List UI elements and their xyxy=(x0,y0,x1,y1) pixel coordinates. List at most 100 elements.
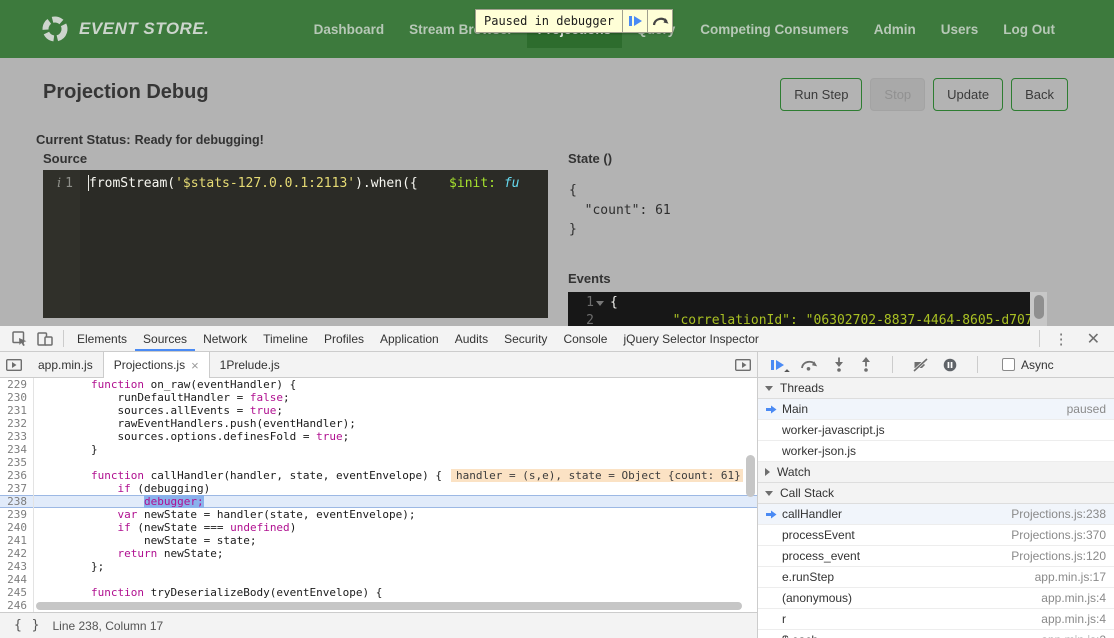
call-stack-row[interactable]: e.runStepapp.min.js:17 xyxy=(758,567,1114,588)
file-tab-1prelude-js[interactable]: 1Prelude.js xyxy=(210,352,290,377)
threads-row[interactable]: worker-json.js xyxy=(758,441,1114,462)
code-editor[interactable]: 229 function on_raw(eventHandler) {230 r… xyxy=(0,378,757,612)
code-line-237[interactable]: 237 if (debugging) xyxy=(0,482,757,495)
code-line-234[interactable]: 234 } xyxy=(0,443,757,456)
call-stack-row[interactable]: $.each app.min.js:2 xyxy=(758,630,1114,638)
code-h-scrollbar[interactable] xyxy=(36,602,742,610)
nav-item-competing-consumers[interactable]: Competing Consumers xyxy=(689,11,860,48)
devtools-tab-audits[interactable]: Audits xyxy=(447,326,496,351)
devtools-tab-sources[interactable]: Sources xyxy=(135,326,195,351)
line-content: runDefaultHandler = false; xyxy=(34,391,757,404)
code-line-235[interactable]: 235 xyxy=(0,456,757,469)
step-out-icon[interactable] xyxy=(860,357,872,372)
sidebar-section-watch[interactable]: Watch xyxy=(758,462,1114,483)
resume-icon[interactable] xyxy=(770,359,785,371)
run-step-button[interactable]: Run Step xyxy=(780,78,862,111)
code-line-238[interactable]: 238 debugger; xyxy=(0,495,757,508)
device-toolbar-icon[interactable] xyxy=(32,326,58,351)
code-line-240[interactable]: 240 if (newState === undefined) xyxy=(0,521,757,534)
line-content: var newState = handler(state, eventEnvel… xyxy=(34,508,757,521)
code-line-232[interactable]: 232 rawEventHandlers.push(eventHandler); xyxy=(0,417,757,430)
sidebar-section-threads[interactable]: Threads xyxy=(758,378,1114,399)
line-content: if (newState === undefined) xyxy=(34,521,757,534)
file-tab-close-icon[interactable]: × xyxy=(191,358,199,373)
close-icon[interactable]: ✕ xyxy=(1078,329,1106,349)
threads-row[interactable]: worker-javascript.js xyxy=(758,420,1114,441)
fold-arrow-icon xyxy=(594,294,606,312)
show-navigator-icon[interactable] xyxy=(0,352,28,377)
source-editor[interactable]: i1 fromStream('$stats-127.0.0.1:2113').w… xyxy=(43,170,548,318)
events-line-text: { xyxy=(606,294,618,312)
call-stack-row[interactable]: processEventProjections.js:370 xyxy=(758,525,1114,546)
event-store-logo[interactable]: EVENT STORE. xyxy=(40,14,209,44)
devtools-tab-elements[interactable]: Elements xyxy=(69,326,135,351)
tooltip-resume-icon[interactable] xyxy=(622,10,647,32)
devtools-tab-profiles[interactable]: Profiles xyxy=(316,326,372,351)
call-stack-row[interactable]: process_eventProjections.js:120 xyxy=(758,546,1114,567)
events-scrollbar[interactable] xyxy=(1030,292,1047,326)
screen: EVENT STORE. DashboardStream BrowserProj… xyxy=(0,0,1114,638)
file-tab-app-min-js[interactable]: app.min.js xyxy=(28,352,103,377)
deactivate-breakpoints-icon[interactable] xyxy=(913,358,928,372)
events-scrollbar-thumb[interactable] xyxy=(1034,295,1044,319)
code-line-233[interactable]: 233 sources.options.definesFold = true; xyxy=(0,430,757,443)
threads-row[interactable]: Mainpaused xyxy=(758,399,1114,420)
step-into-icon[interactable] xyxy=(833,357,845,372)
code-line-243[interactable]: 243 }; xyxy=(0,560,757,573)
code-line-229[interactable]: 229 function on_raw(eventHandler) { xyxy=(0,378,757,391)
call-stack-row[interactable]: rapp.min.js:4 xyxy=(758,609,1114,630)
code-v-scrollbar[interactable] xyxy=(746,455,755,497)
action-buttons: Run StepStopUpdateBack xyxy=(780,78,1068,111)
call-stack-row[interactable]: callHandlerProjections.js:238 xyxy=(758,504,1114,525)
status-value: Ready for debugging! xyxy=(135,133,264,147)
code-token: undefined xyxy=(230,521,290,534)
code-line-245[interactable]: 245 function tryDeserializeBody(eventEnv… xyxy=(0,586,757,599)
nav-item-dashboard[interactable]: Dashboard xyxy=(303,11,396,48)
stop-button[interactable]: Stop xyxy=(870,78,925,111)
code-line-231[interactable]: 231 sources.allEvents = true; xyxy=(0,404,757,417)
back-button[interactable]: Back xyxy=(1011,78,1068,111)
code-token: function xyxy=(91,469,144,482)
call-stack-row[interactable]: (anonymous)app.min.js:4 xyxy=(758,588,1114,609)
line-number: 234 xyxy=(0,443,34,456)
pause-on-exceptions-icon[interactable] xyxy=(943,358,957,372)
devtools-tab-console[interactable]: Console xyxy=(555,326,615,351)
devtools-tab-security[interactable]: Security xyxy=(496,326,555,351)
line-number: 232 xyxy=(0,417,34,430)
code-token: newState = state; xyxy=(38,534,257,547)
nav-item-log-out[interactable]: Log Out xyxy=(992,11,1066,48)
devtools-tab-timeline[interactable]: Timeline xyxy=(255,326,316,351)
file-tab-projections-js[interactable]: Projections.js× xyxy=(103,352,210,378)
devtools-tab-application[interactable]: Application xyxy=(372,326,447,351)
line-number: 236 xyxy=(0,469,34,482)
row-label: callHandler xyxy=(782,507,842,521)
kebab-menu-icon[interactable]: ⋮ xyxy=(1045,330,1078,348)
inspect-icon[interactable] xyxy=(6,326,32,351)
code-segment: '$stats-127.0.0.1:2113' xyxy=(175,176,355,191)
code-line-242[interactable]: 242 return newState; xyxy=(0,547,757,560)
panel-toggle-icon[interactable] xyxy=(729,352,757,377)
code-line-239[interactable]: 239 var newState = handler(state, eventE… xyxy=(0,508,757,521)
async-checkbox[interactable] xyxy=(1002,358,1015,371)
sidebar-section-call-stack[interactable]: Call Stack xyxy=(758,483,1114,504)
tooltip-step-over-icon[interactable] xyxy=(647,10,672,32)
pretty-print-icon[interactable]: { } xyxy=(0,618,52,633)
update-button[interactable]: Update xyxy=(933,78,1003,111)
row-label: $.each xyxy=(782,633,818,638)
debugger-pane: Async ThreadsMainpausedworker-javascript… xyxy=(758,352,1114,638)
state-heading: State () xyxy=(568,151,612,166)
events-line-text: "correlationId": "06302702-8837-4464-860… xyxy=(606,312,1030,326)
source-code-line: fromStream('$stats-127.0.0.1:2113').when… xyxy=(80,170,548,318)
nav-item-admin[interactable]: Admin xyxy=(863,11,927,48)
events-editor[interactable]: 1{2 "correlationId": "06302702-8837-4464… xyxy=(568,292,1047,326)
nav-item-users[interactable]: Users xyxy=(930,11,990,48)
devtools-tab-network[interactable]: Network xyxy=(195,326,255,351)
code-line-241[interactable]: 241 newState = state; xyxy=(0,534,757,547)
code-line-236[interactable]: 236 function callHandler(handler, state,… xyxy=(0,469,757,482)
row-location: app.min.js:2 xyxy=(1041,633,1114,638)
devtools-tab-jquery-selector-inspector[interactable]: jQuery Selector Inspector xyxy=(615,326,766,351)
code-lines: 229 function on_raw(eventHandler) {230 r… xyxy=(0,378,757,612)
code-line-230[interactable]: 230 runDefaultHandler = false; xyxy=(0,391,757,404)
step-over-icon[interactable] xyxy=(800,358,818,371)
code-line-244[interactable]: 244 xyxy=(0,573,757,586)
